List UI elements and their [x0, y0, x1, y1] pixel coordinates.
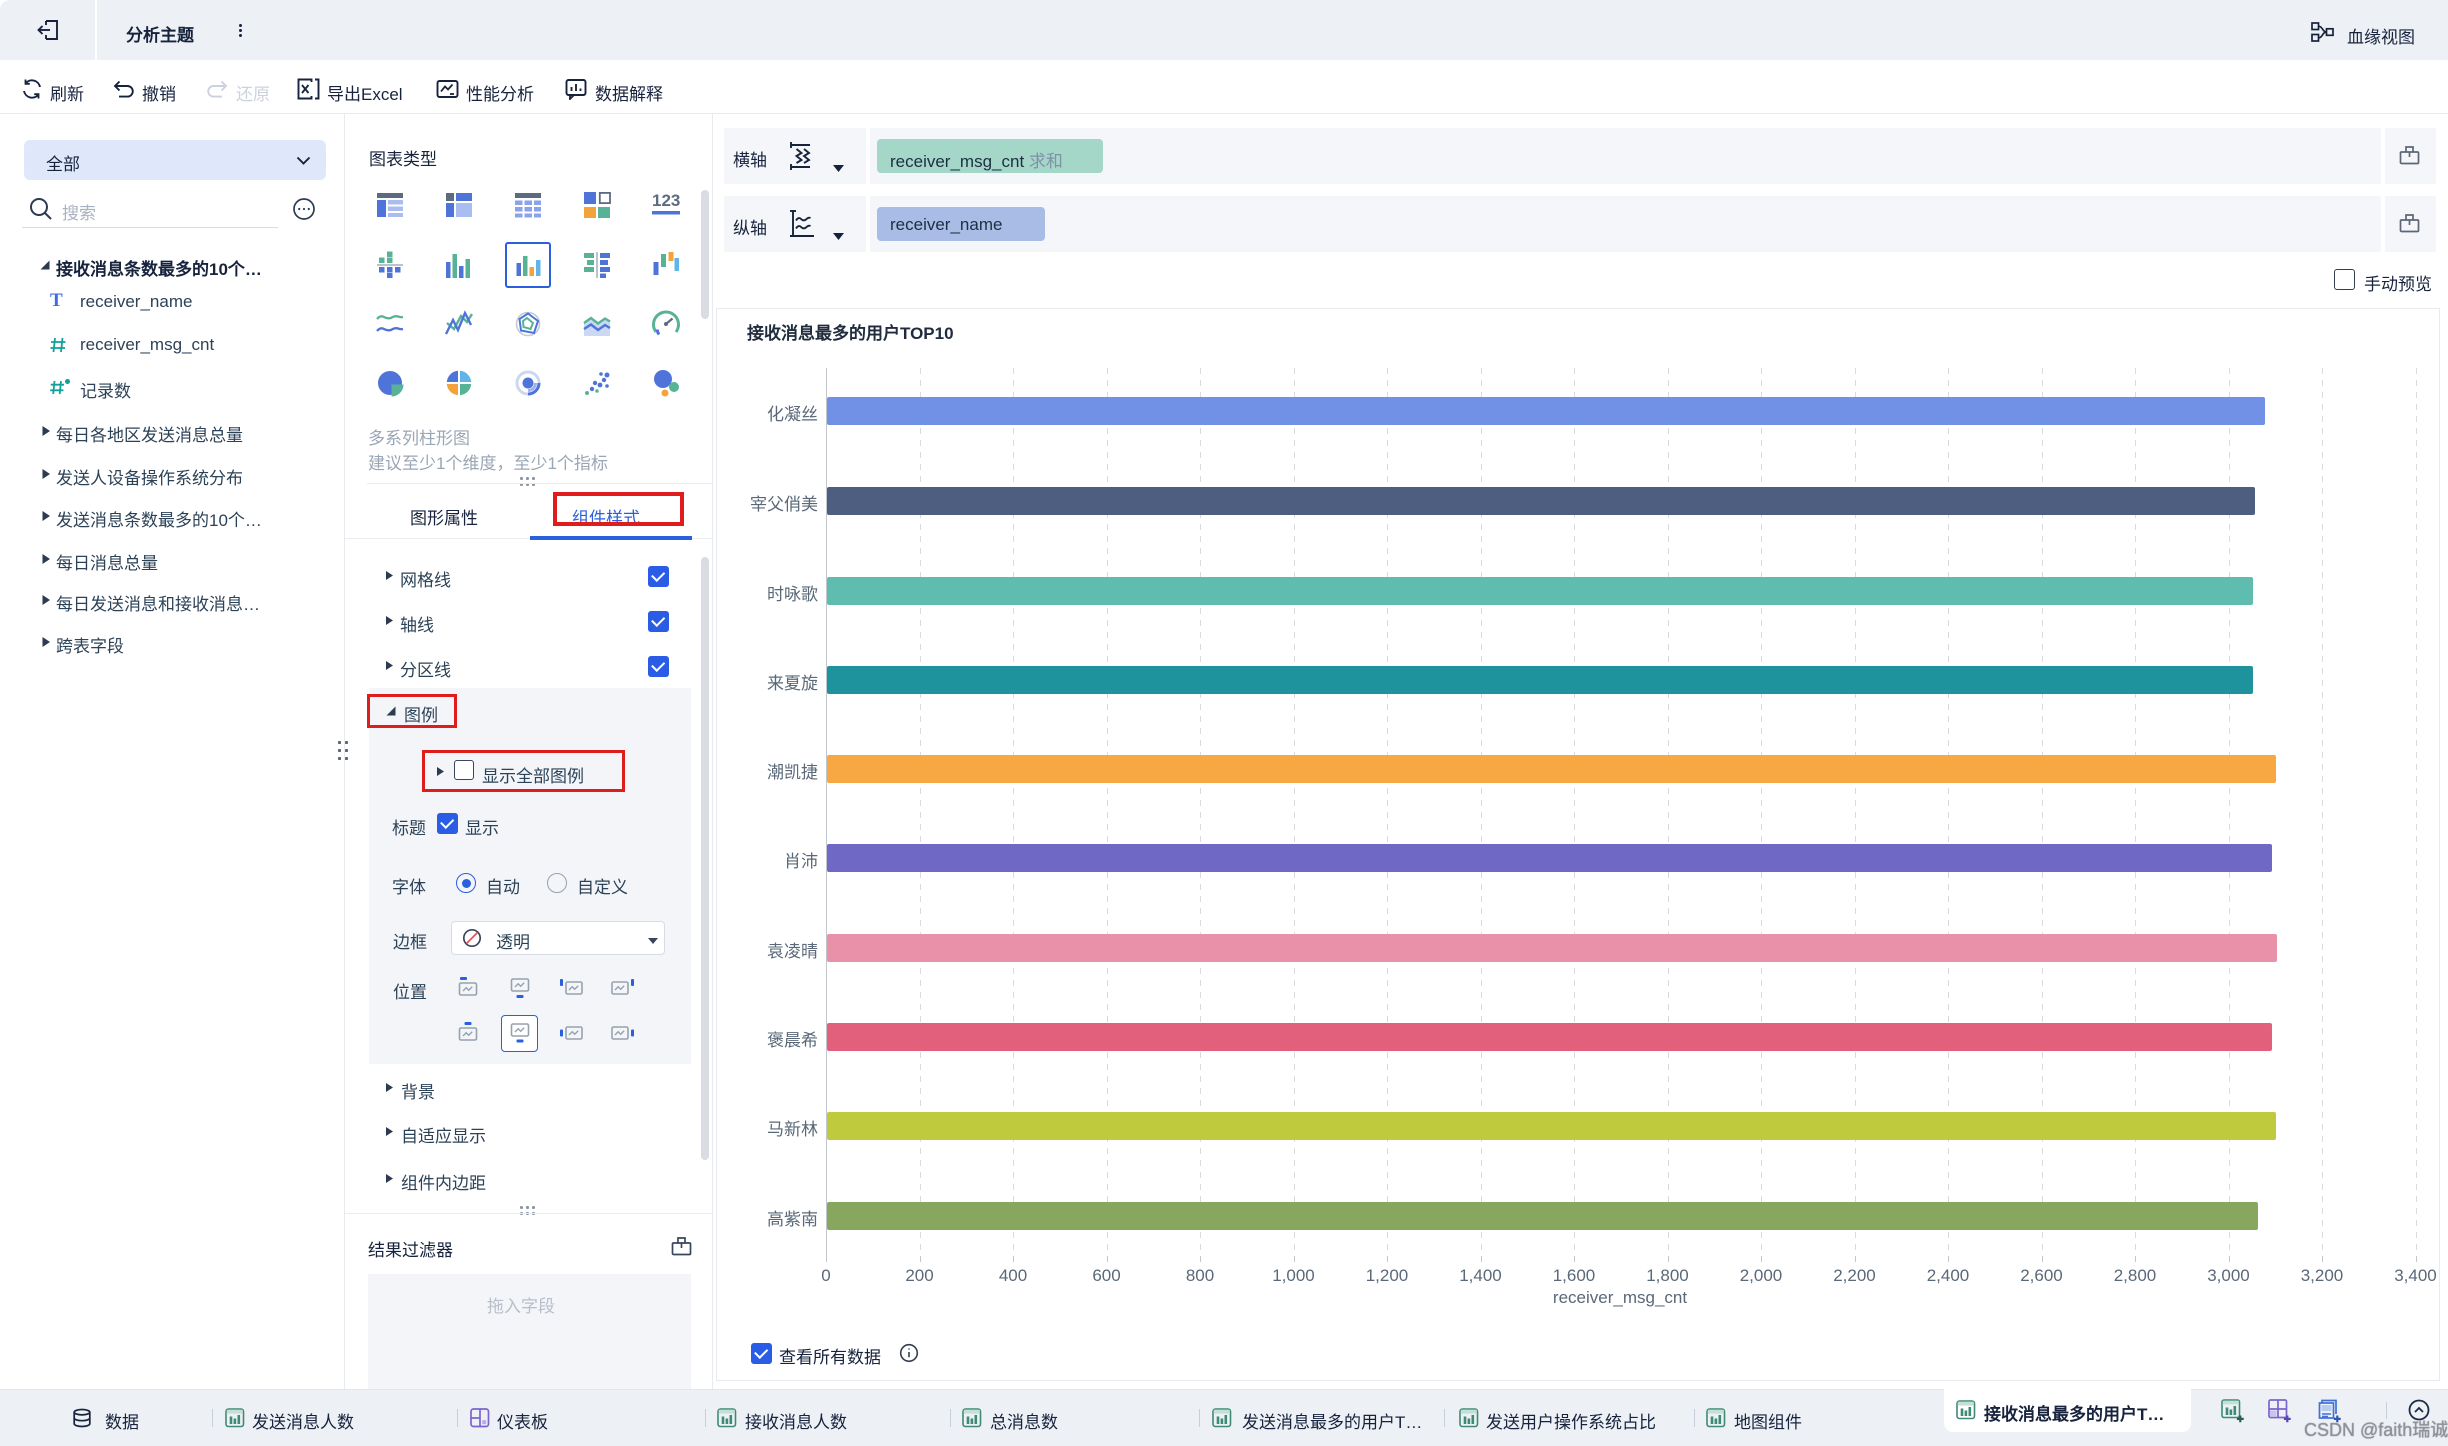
svg-text:123: 123 — [652, 191, 680, 210]
